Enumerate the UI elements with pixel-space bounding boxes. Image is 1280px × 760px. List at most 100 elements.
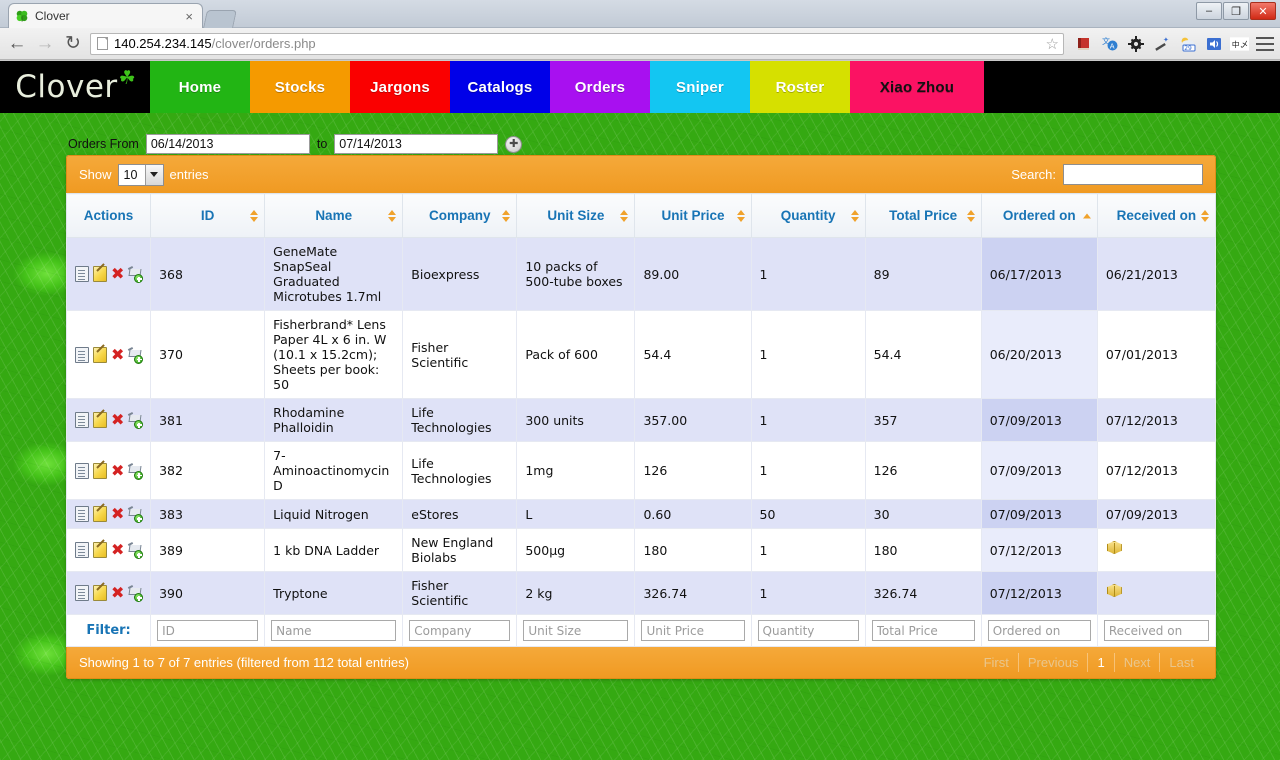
table-row[interactable]: ✖370Fisherbrand* Lens Paper 4L x 6 in. W… bbox=[67, 311, 1216, 399]
tab-close-icon[interactable]: × bbox=[182, 9, 196, 24]
nav-label: Jargons bbox=[370, 79, 430, 96]
forward-button[interactable]: → bbox=[34, 34, 56, 53]
date-to-label: to bbox=[317, 137, 327, 151]
cell-id: 390 bbox=[151, 572, 265, 615]
edit-pencil-icon[interactable] bbox=[93, 506, 107, 522]
nav-item-home[interactable]: Home bbox=[150, 61, 250, 113]
pagination-first[interactable]: First bbox=[975, 653, 1018, 672]
nav-item-roster[interactable]: Roster bbox=[750, 61, 850, 113]
ime-language-icon[interactable]: 中乄 bbox=[1230, 34, 1249, 53]
details-page-icon[interactable] bbox=[75, 266, 89, 282]
table-row[interactable]: ✖383Liquid NitrogeneStoresL0.60503007/09… bbox=[67, 500, 1216, 529]
search-input[interactable] bbox=[1063, 164, 1203, 185]
details-page-icon[interactable] bbox=[75, 412, 89, 428]
pagination-last[interactable]: Last bbox=[1159, 653, 1203, 672]
delete-x-icon[interactable]: ✖ bbox=[111, 585, 125, 601]
filter-input-unit-size[interactable] bbox=[523, 620, 628, 641]
browser-tab-clover[interactable]: Clover × bbox=[8, 3, 203, 28]
magic-wand-icon[interactable]: ✦ bbox=[1152, 34, 1171, 53]
column-header-unit-size[interactable]: Unit Size bbox=[517, 194, 635, 238]
column-header-unit-price[interactable]: Unit Price bbox=[635, 194, 751, 238]
filter-input-id[interactable] bbox=[157, 620, 258, 641]
delete-x-icon[interactable]: ✖ bbox=[111, 542, 125, 558]
add-to-cart-icon[interactable] bbox=[128, 412, 142, 428]
translate-extension-icon[interactable]: 文A bbox=[1100, 34, 1119, 53]
pagination-1[interactable]: 1 bbox=[1087, 653, 1113, 672]
nav-item-orders[interactable]: Orders bbox=[550, 61, 650, 113]
column-header-received-on[interactable]: Received on bbox=[1097, 194, 1215, 238]
table-controls-bar: Show 10 entries Search: bbox=[66, 155, 1216, 193]
details-page-icon[interactable] bbox=[75, 347, 89, 363]
bookmark-star-icon[interactable]: ☆ bbox=[1040, 35, 1059, 53]
filter-input-quantity[interactable] bbox=[758, 620, 859, 641]
add-to-cart-icon[interactable] bbox=[128, 506, 142, 522]
edit-pencil-icon[interactable] bbox=[93, 585, 107, 601]
filter-input-name[interactable] bbox=[271, 620, 396, 641]
delete-x-icon[interactable]: ✖ bbox=[111, 463, 125, 479]
table-row[interactable]: ✖3827-Aminoactinomycin DLife Technologie… bbox=[67, 442, 1216, 500]
column-header-quantity[interactable]: Quantity bbox=[751, 194, 865, 238]
column-header-company[interactable]: Company bbox=[403, 194, 517, 238]
date-to-input[interactable] bbox=[334, 134, 498, 154]
column-header-total-price[interactable]: Total Price bbox=[865, 194, 981, 238]
edit-pencil-icon[interactable] bbox=[93, 266, 107, 282]
table-row[interactable]: ✖390TryptoneFisher Scientific2 kg326.741… bbox=[67, 572, 1216, 615]
edit-pencil-icon[interactable] bbox=[93, 347, 107, 363]
site-logo[interactable]: Clover ☘ bbox=[0, 61, 150, 113]
refresh-circle-icon[interactable]: ✚ bbox=[505, 136, 522, 153]
nav-item-stocks[interactable]: Stocks bbox=[250, 61, 350, 113]
filter-input-received-on[interactable] bbox=[1104, 620, 1209, 641]
package-box-icon[interactable] bbox=[1106, 583, 1123, 600]
delete-x-icon[interactable]: ✖ bbox=[111, 347, 125, 363]
date-from-input[interactable] bbox=[146, 134, 310, 154]
add-to-cart-icon[interactable] bbox=[128, 266, 142, 282]
filter-input-unit-price[interactable] bbox=[641, 620, 744, 641]
maximize-button[interactable]: ❐ bbox=[1223, 2, 1249, 20]
nav-item-xiao-zhou[interactable]: Xiao Zhou bbox=[850, 61, 984, 113]
filter-input-total-price[interactable] bbox=[872, 620, 975, 641]
table-row[interactable]: ✖381Rhodamine PhalloidinLife Technologie… bbox=[67, 399, 1216, 442]
cell-actions: ✖ bbox=[67, 529, 151, 572]
delete-x-icon[interactable]: ✖ bbox=[111, 266, 125, 282]
settings-gear-icon[interactable] bbox=[1126, 34, 1145, 53]
column-header-id[interactable]: ID bbox=[151, 194, 265, 238]
details-page-icon[interactable] bbox=[75, 585, 89, 601]
add-to-cart-icon[interactable] bbox=[128, 347, 142, 363]
edit-pencil-icon[interactable] bbox=[93, 463, 107, 479]
delete-x-icon[interactable]: ✖ bbox=[111, 412, 125, 428]
header-label: Quantity bbox=[781, 208, 836, 223]
nav-item-sniper[interactable]: Sniper bbox=[650, 61, 750, 113]
package-box-icon[interactable] bbox=[1106, 540, 1123, 557]
nav-item-catalogs[interactable]: Catalogs bbox=[450, 61, 550, 113]
cell-company: Life Technologies bbox=[403, 399, 517, 442]
add-to-cart-icon[interactable] bbox=[128, 463, 142, 479]
table-row[interactable]: ✖368GeneMate SnapSeal Graduated Microtub… bbox=[67, 238, 1216, 311]
weather-calendar-icon[interactable]: 29 bbox=[1178, 34, 1197, 53]
edit-pencil-icon[interactable] bbox=[93, 412, 107, 428]
add-to-cart-icon[interactable] bbox=[128, 585, 142, 601]
hamburger-menu-icon[interactable] bbox=[1256, 37, 1274, 51]
details-page-icon[interactable] bbox=[75, 506, 89, 522]
details-page-icon[interactable] bbox=[75, 542, 89, 558]
back-button[interactable]: ← bbox=[6, 34, 28, 53]
delete-x-icon[interactable]: ✖ bbox=[111, 506, 125, 522]
minimize-button[interactable]: – bbox=[1196, 2, 1222, 20]
column-header-ordered-on[interactable]: Ordered on bbox=[981, 194, 1097, 238]
table-row[interactable]: ✖3891 kb DNA LadderNew England Biolabs50… bbox=[67, 529, 1216, 572]
sound-speaker-icon[interactable] bbox=[1204, 34, 1223, 53]
window-close-button[interactable]: ✕ bbox=[1250, 2, 1276, 20]
reload-button[interactable]: ↻ bbox=[62, 34, 84, 53]
filter-input-ordered-on[interactable] bbox=[988, 620, 1091, 641]
address-bar[interactable]: 140.254.234.145 /clover/orders.php ☆ bbox=[90, 33, 1064, 55]
page-length-select[interactable]: 10 bbox=[118, 164, 164, 186]
filter-input-company[interactable] bbox=[409, 620, 510, 641]
edit-pencil-icon[interactable] bbox=[93, 542, 107, 558]
add-to-cart-icon[interactable] bbox=[128, 542, 142, 558]
pagination-previous[interactable]: Previous bbox=[1018, 653, 1088, 672]
nav-item-jargons[interactable]: Jargons bbox=[350, 61, 450, 113]
column-header-name[interactable]: Name bbox=[265, 194, 403, 238]
pagination-next[interactable]: Next bbox=[1114, 653, 1160, 672]
new-tab-button[interactable] bbox=[203, 10, 237, 28]
details-page-icon[interactable] bbox=[75, 463, 89, 479]
book-extension-icon[interactable] bbox=[1074, 34, 1093, 53]
